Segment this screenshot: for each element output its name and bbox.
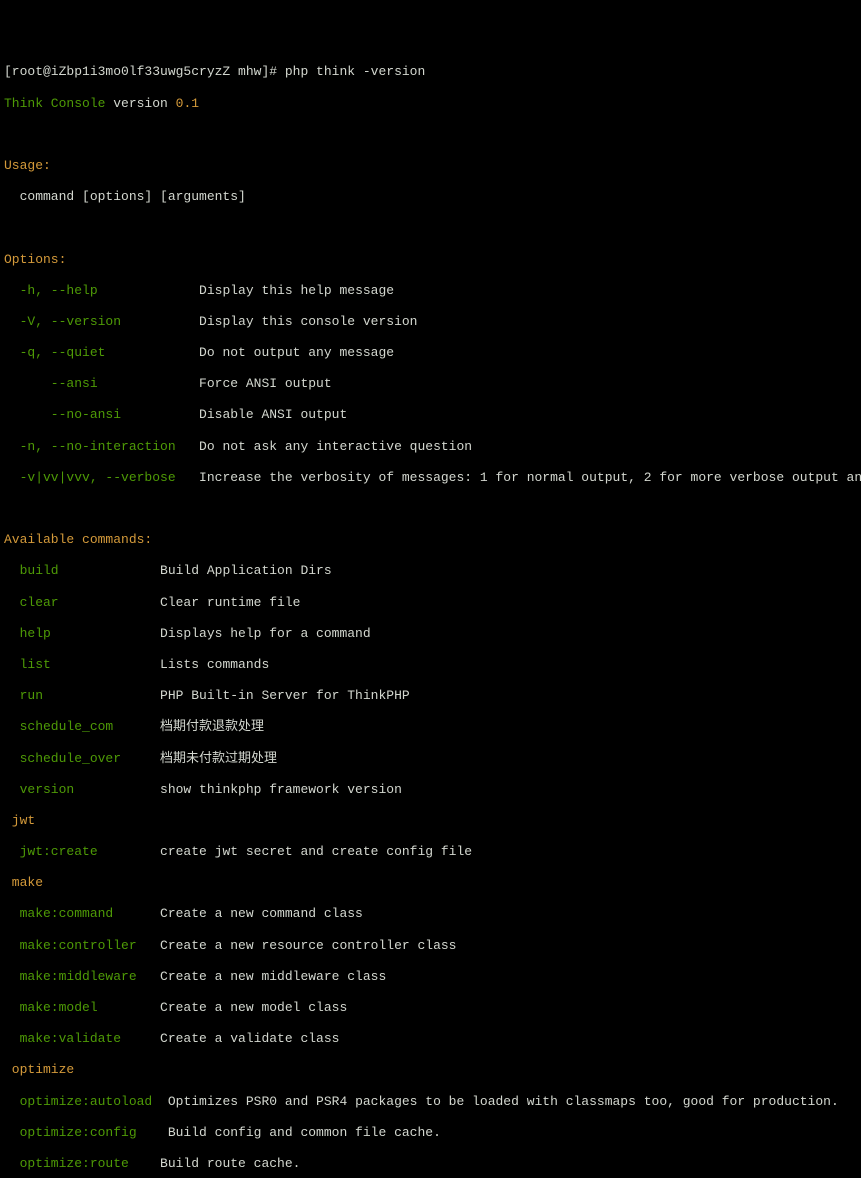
usage-header: Usage: [4,158,857,174]
command-row: list Lists commands [4,657,857,673]
options-header: Options: [4,252,857,268]
command-row: help Displays help for a command [4,626,857,642]
console-banner: Think Console version 0.1 [4,96,857,112]
group-make: make [4,875,857,891]
command-row: schedule_over 档期未付款过期处理 [4,751,857,767]
blank-line [4,127,857,143]
command-row: make:controller Create a new resource co… [4,938,857,954]
group-jwt: jwt [4,813,857,829]
option-row: --no-ansi Disable ANSI output [4,407,857,423]
command-row: run PHP Built-in Server for ThinkPHP [4,688,857,704]
available-header: Available commands: [4,532,857,548]
command-row: make:middleware Create a new middleware … [4,969,857,985]
command-row: optimize:config Build config and common … [4,1125,857,1141]
command-row: clear Clear runtime file [4,595,857,611]
option-row: --ansi Force ANSI output [4,376,857,392]
command-row: jwt:create create jwt secret and create … [4,844,857,860]
command-row: optimize:autoload Optimizes PSR0 and PSR… [4,1094,857,1110]
option-row: -h, --help Display this help message [4,283,857,299]
blank-line [4,220,857,236]
command-row: make:validate Create a validate class [4,1031,857,1047]
command-prompt: [root@iZbp1i3mo0lf33uwg5cryzZ mhw]# php … [4,64,857,80]
option-row: -q, --quiet Do not output any message [4,345,857,361]
usage-line: command [options] [arguments] [4,189,857,205]
option-row: -V, --version Display this console versi… [4,314,857,330]
command-row: optimize:route Build route cache. [4,1156,857,1172]
group-optimize: optimize [4,1062,857,1078]
option-row: -v|vv|vvv, --verbose Increase the verbos… [4,470,857,486]
command-row: make:command Create a new command class [4,906,857,922]
blank-line [4,501,857,517]
command-row: make:model Create a new model class [4,1000,857,1016]
command-row: build Build Application Dirs [4,563,857,579]
command-row: schedule_com 档期付款退款处理 [4,719,857,735]
command-row: version show thinkphp framework version [4,782,857,798]
option-row: -n, --no-interaction Do not ask any inte… [4,439,857,455]
